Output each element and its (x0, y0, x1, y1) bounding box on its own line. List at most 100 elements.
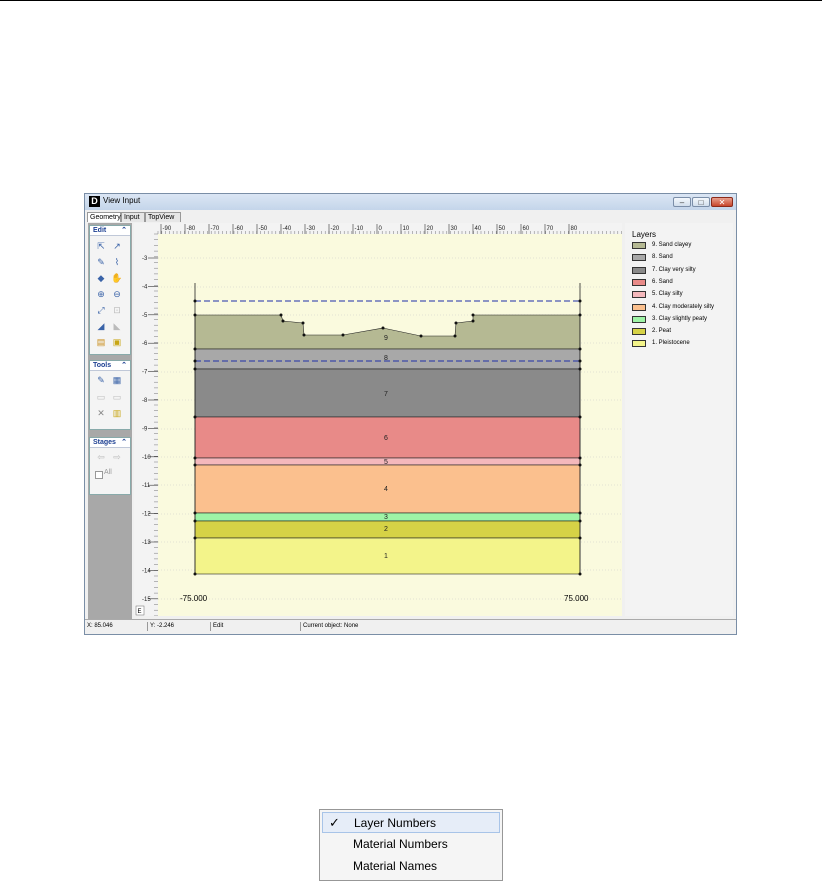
add-polyline-icon[interactable]: ⌇ (111, 256, 123, 268)
menu-item-label: Material Names (353, 859, 438, 873)
y-ruler-label: -8 (142, 398, 148, 404)
close-button[interactable]: ✕ (711, 197, 733, 207)
status-x-coordinate: X: 85.046 (87, 623, 113, 629)
export-icon[interactable]: ▣ (111, 336, 123, 348)
layer-number-5: 5 (384, 459, 388, 466)
y-ruler-label: -12 (142, 512, 151, 518)
check-geometry-icon[interactable]: ✎ (95, 374, 107, 386)
x-ruler-label: -20 (331, 226, 340, 232)
delete-icon[interactable]: ✕ (95, 407, 107, 419)
y-ruler-label: -14 (142, 568, 151, 574)
edit-group: Edit ⌃ ⇱ ↗ ✎ ⌇ ◆ ✋ ⊕ ⊖ ⤢ ⊡ ◢ ◣ ▤ ▣ (89, 225, 131, 355)
collapse-chevron-icon[interactable]: ⌃ (121, 226, 127, 235)
redo-icon[interactable]: ▭ (111, 391, 123, 403)
ruler-corner-label: E (138, 609, 142, 615)
measure-icon[interactable]: ◢ (95, 320, 107, 332)
tools-group-title: Tools (93, 362, 112, 369)
y-ruler-label: -6 (142, 341, 148, 347)
add-layer-icon[interactable]: ◆ (95, 272, 107, 284)
x-ruler-label: 10 (403, 226, 410, 232)
y-ruler-label: -10 (142, 455, 151, 461)
x-ruler-label: 20 (427, 226, 434, 232)
x-ruler-label: 40 (475, 226, 482, 232)
layer-number-7: 7 (384, 391, 388, 398)
zoom-in-icon[interactable]: ⊕ (95, 288, 107, 300)
next-stage-icon[interactable]: ⇨ (111, 451, 123, 463)
layer-number-4: 4 (384, 486, 388, 493)
geometry-drawing[interactable]: -90 -80 -70 -60 -50 -40 -30 -20 -10 0 10 20 30 40 50 60… (134, 223, 622, 617)
tab-input[interactable]: Input (121, 212, 145, 222)
import-icon[interactable]: ▤ (95, 336, 107, 348)
y-ruler-label: -13 (142, 540, 151, 546)
zoom-limits-icon[interactable]: ⤢ (95, 304, 107, 316)
zoom-out-icon[interactable]: ⊖ (111, 288, 123, 300)
legend-title: Layers (632, 230, 657, 239)
y-ruler-label: -4 (142, 284, 148, 290)
y-ruler-label: -11 (142, 483, 151, 489)
y-ruler-label: -3 (142, 256, 148, 262)
menu-item-material-numbers[interactable]: Material Numbers (322, 834, 500, 855)
legend-label: 9. Sand clayey (652, 242, 692, 248)
menu-item-material-names[interactable]: Material Names (322, 856, 500, 877)
collapse-chevron-icon[interactable]: ⌃ (121, 361, 127, 370)
undo-icon[interactable]: ▭ (95, 391, 107, 403)
add-point-icon[interactable]: ✎ (95, 256, 107, 268)
tools-group-header[interactable]: Tools ⌃ (90, 361, 130, 371)
checkmark-icon: ✓ (329, 815, 340, 830)
geometry-canvas[interactable]: -90 -80 -70 -60 -50 -40 -30 -20 -10 0 10 20 30 40 50 60… (134, 223, 622, 617)
legend-swatch (632, 303, 646, 311)
legend-label: 2. Peat (652, 328, 672, 335)
legend-label: 3. Clay slightly peaty (652, 315, 708, 322)
y-ruler-label: -7 (142, 370, 148, 376)
maximize-button[interactable]: □ (692, 197, 710, 207)
left-limit-label: -75.000 (180, 594, 208, 603)
legend-swatch (632, 340, 646, 348)
legend-swatch (632, 328, 646, 336)
title-bar[interactable]: D View Input – □ ✕ (85, 194, 736, 210)
status-bar: X: 85.046 Y: -2.246 Edit Current object:… (85, 619, 736, 634)
properties-icon[interactable]: ▥ (111, 407, 123, 419)
collapse-chevron-icon[interactable]: ⌃ (121, 438, 127, 447)
x-ruler-label: -60 (235, 226, 244, 232)
layers-legend: Layers 9. Sand clayey 8. Sand 7. Clay very… (625, 223, 733, 616)
layer-label-context-menu: ✓ Layer Numbers Material Numbers Materia… (319, 809, 503, 881)
layer-number-9: 9 (384, 335, 388, 342)
legend-label: 8. Sand (652, 254, 673, 261)
legend-swatch (632, 278, 646, 286)
menu-item-label: Layer Numbers (354, 816, 437, 830)
x-ruler-label: -30 (307, 226, 316, 232)
app-logo-icon: D (89, 196, 100, 207)
page-top-rule (0, 0, 822, 1)
select-region-icon[interactable]: ↗ (111, 240, 123, 252)
legend-label: 4. Clay moderately silty (652, 303, 715, 310)
legend-label: 5. Clay silty (652, 291, 683, 298)
menu-item-layer-numbers[interactable]: ✓ Layer Numbers (322, 812, 500, 833)
edit-group-header[interactable]: Edit ⌃ (90, 226, 130, 236)
prev-stage-icon[interactable]: ⇦ (95, 451, 107, 463)
tab-topview[interactable]: TopView (145, 212, 181, 222)
x-ruler-label: -80 (187, 226, 196, 232)
pan-hand-icon[interactable]: ✋ (111, 272, 123, 284)
x-ruler-label: 30 (451, 226, 458, 232)
status-mode: Edit (210, 622, 295, 631)
ruler-icon[interactable]: ◣ (111, 320, 123, 332)
minimize-button[interactable]: – (673, 197, 691, 207)
stages-group-header[interactable]: Stages ⌃ (90, 438, 130, 448)
x-ruler-label: -70 (211, 226, 220, 232)
convert-icon[interactable]: ▦ (111, 374, 123, 386)
zoom-window-icon[interactable]: ⊡ (111, 304, 123, 316)
all-stages-checkbox[interactable] (95, 471, 103, 479)
select-arrow-icon[interactable]: ⇱ (95, 240, 107, 252)
stages-group: Stages ⌃ ⇦ ⇨ All (89, 437, 131, 495)
layer-number-3: 3 (384, 514, 388, 521)
legend-swatch (632, 291, 646, 299)
left-tool-panel: Edit ⌃ ⇱ ↗ ✎ ⌇ ◆ ✋ ⊕ ⊖ ⤢ ⊡ ◢ ◣ ▤ ▣ Tools… (88, 223, 132, 629)
y-ruler-label: -15 (142, 597, 151, 603)
stages-group-title: Stages (93, 439, 116, 446)
status-current-object: Current object: None (300, 622, 733, 631)
tools-group: Tools ⌃ ✎ ▦ ▭ ▭ ✕ ▥ (89, 360, 131, 430)
y-ruler-label: -9 (142, 426, 148, 432)
tab-geometry[interactable]: Geometry (87, 212, 121, 222)
status-y-coordinate: Y: -2.246 (147, 622, 206, 631)
x-ruler-label: -10 (355, 226, 364, 232)
